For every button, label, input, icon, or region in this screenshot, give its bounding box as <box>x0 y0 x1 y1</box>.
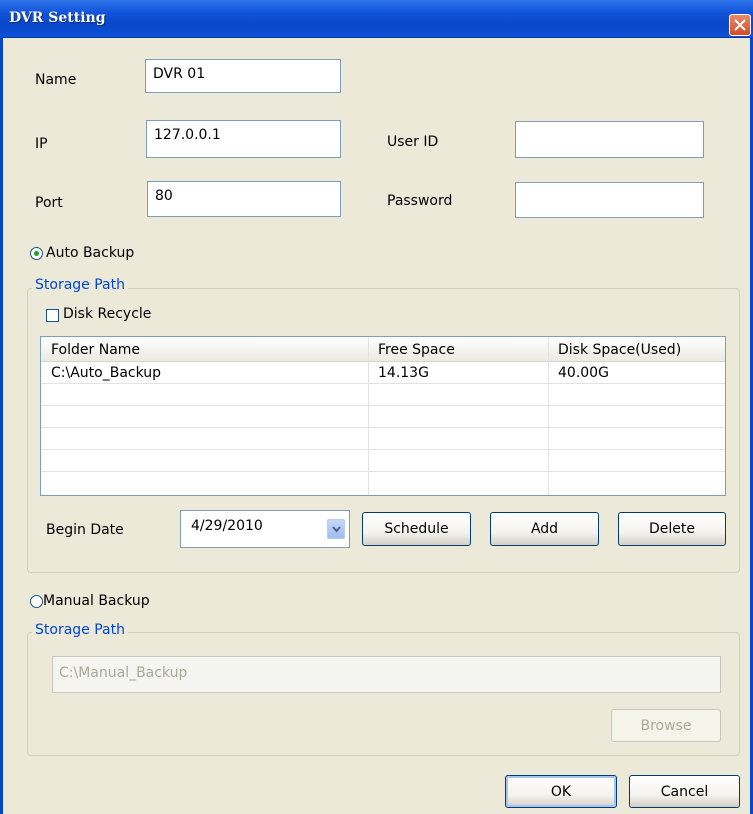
column-free-space[interactable]: Free Space <box>378 342 455 358</box>
schedule-button[interactable]: Schedule <box>362 512 471 546</box>
list-header: Folder Name Free Space Disk Space(Used) <box>41 337 725 362</box>
auto-backup-label[interactable]: Auto Backup <box>46 245 134 261</box>
password-field[interactable] <box>515 182 704 218</box>
chevron-down-icon <box>332 526 341 533</box>
userid-label: User ID <box>387 134 439 150</box>
cell-folder-name: C:\Auto_Backup <box>51 365 162 381</box>
window-frame-left <box>0 37 3 814</box>
manual-path-value: C:\Manual_Backup <box>59 665 188 681</box>
name-label: Name <box>35 72 77 88</box>
cancel-button[interactable]: Cancel <box>629 775 740 808</box>
userid-field[interactable] <box>515 121 704 158</box>
radio-selected-dot <box>34 251 39 256</box>
port-field[interactable]: 80 <box>147 181 341 217</box>
row-divider <box>41 449 725 450</box>
column-divider <box>548 337 549 495</box>
auto-backup-radio[interactable] <box>30 247 43 260</box>
window-title: DVR Setting <box>9 10 106 26</box>
begin-date-picker[interactable]: 4/29/2010 <box>180 510 350 548</box>
manual-path-field[interactable]: C:\Manual_Backup <box>52 656 721 693</box>
add-button[interactable]: Add <box>490 512 599 546</box>
row-divider <box>41 383 725 384</box>
auto-storage-path-legend: Storage Path <box>32 277 128 293</box>
ip-field[interactable]: 127.0.0.1 <box>146 120 341 158</box>
column-folder-name[interactable]: Folder Name <box>51 342 140 358</box>
date-dropdown-button[interactable] <box>327 519 345 539</box>
begin-date-label: Begin Date <box>46 522 124 538</box>
begin-date-value: 4/29/2010 <box>191 518 263 534</box>
ok-button[interactable]: OK <box>505 775 617 808</box>
backup-folder-list[interactable]: Folder Name Free Space Disk Space(Used) … <box>40 336 726 496</box>
cell-disk-space-used: 40.00G <box>558 365 609 381</box>
cell-free-space: 14.13G <box>378 365 429 381</box>
row-divider <box>41 427 725 428</box>
port-label: Port <box>35 195 63 211</box>
title-bar: DVR Setting <box>0 0 753 38</box>
manual-backup-label[interactable]: Manual Backup <box>43 593 150 609</box>
password-label: Password <box>387 193 453 209</box>
column-divider <box>368 337 369 495</box>
close-icon <box>734 19 746 31</box>
close-button[interactable] <box>729 14 751 36</box>
disk-recycle-checkbox[interactable] <box>46 309 59 322</box>
row-divider <box>41 471 725 472</box>
name-field[interactable]: DVR 01 <box>145 59 341 93</box>
delete-button[interactable]: Delete <box>618 512 726 546</box>
manual-storage-path-legend: Storage Path <box>32 622 128 638</box>
ip-label: IP <box>35 136 48 152</box>
disk-recycle-label[interactable]: Disk Recycle <box>63 306 151 322</box>
browse-button[interactable]: Browse <box>611 709 721 742</box>
column-disk-space-used[interactable]: Disk Space(Used) <box>558 342 681 358</box>
row-divider <box>41 405 725 406</box>
manual-backup-radio[interactable] <box>30 595 43 608</box>
